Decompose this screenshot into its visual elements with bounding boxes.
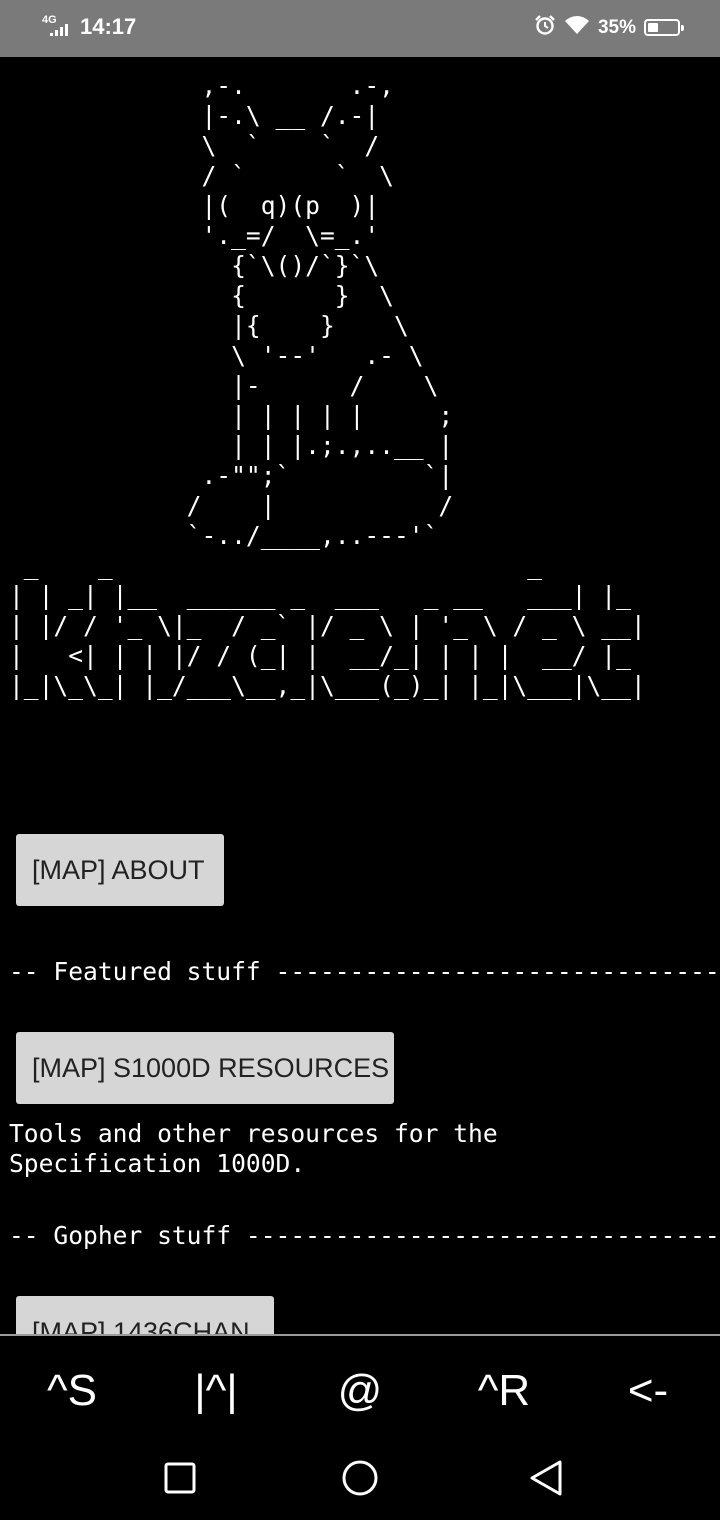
status-bar: 4G 14:17 35% [0, 0, 720, 57]
reload-key-button[interactable]: ^R [449, 1366, 559, 1416]
home-icon[interactable] [336, 1454, 384, 1502]
s1000d-resources-map-button[interactable]: [MAP] S1000D RESOURCES [16, 1032, 394, 1104]
alarm-clock-icon [534, 14, 556, 41]
gopher-page[interactable]: ,-. .-, |-.\ __ /.-| \ ` ` / / ` ` \ |( … [0, 57, 720, 1334]
system-nav-bar [0, 1436, 720, 1520]
battery-icon [644, 19, 684, 36]
status-left: 4G 14:17 [40, 14, 136, 40]
back-key-button[interactable]: <- [593, 1366, 703, 1416]
recent-apps-icon[interactable] [156, 1454, 204, 1502]
battery-percent: 35% [597, 16, 636, 38]
save-key-button[interactable]: ^S [17, 1366, 127, 1416]
featured-section-heading: -- Featured stuff ----------------------… [9, 957, 720, 986]
gopher-section-heading: -- Gopher stuff ------------------------… [9, 1221, 720, 1250]
ascii-art-banner: ,-. .-, |-.\ __ /.-| \ ` ` / / ` ` \ |( … [9, 71, 646, 700]
shortcut-key-bar: ^S |^| @ ^R <- [0, 1336, 720, 1436]
status-right: 35% [534, 14, 684, 41]
signal-bars-icon: 4G [40, 14, 76, 40]
about-map-button[interactable]: [MAP] ABOUT [16, 834, 224, 906]
back-icon[interactable] [524, 1454, 572, 1502]
address-key-button[interactable]: @ [305, 1366, 415, 1416]
partially-visible-map-button[interactable]: [MAP] 1436CHAN [16, 1296, 274, 1334]
s1000d-description: Tools and other resources for the Specif… [9, 1119, 498, 1178]
wifi-icon [564, 14, 590, 41]
up-key-button[interactable]: |^| [161, 1366, 271, 1416]
clock: 14:17 [80, 14, 137, 39]
